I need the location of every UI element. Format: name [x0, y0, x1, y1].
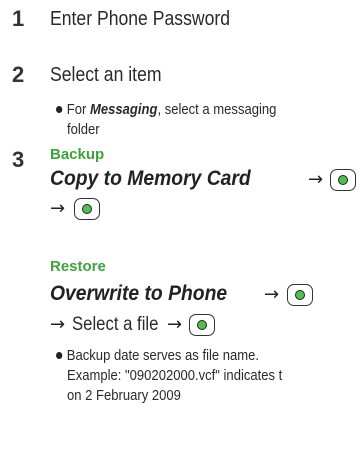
step-1-text: Enter Phone Password — [50, 8, 231, 30]
step-2-bullet: For Messaging, select a messaging — [56, 100, 276, 120]
note-bullet: Backup date serves as file name. — [56, 346, 259, 366]
step-1-number: 1 — [12, 6, 25, 31]
arrow-icon: → — [50, 198, 66, 219]
restore-command: Overwrite to Phone — [50, 282, 228, 305]
backup-heading: Backup — [50, 146, 105, 163]
note-line2: Example: "090202000.vcf" indicates t — [67, 368, 283, 384]
center-key-icon — [74, 198, 100, 220]
step-2-number: 2 — [12, 62, 25, 87]
bullet-icon — [56, 106, 63, 113]
arrow-icon: → — [264, 284, 280, 305]
center-key-icon — [330, 169, 356, 191]
step-3-number: 3 — [12, 147, 25, 172]
note-line1: Backup date serves as file name. — [66, 348, 260, 364]
center-key-icon — [287, 284, 313, 306]
note-line3: on 2 February 2009 — [67, 388, 181, 404]
center-key-icon — [189, 314, 215, 336]
bullet-icon — [56, 352, 63, 359]
backup-command: Copy to Memory Card — [50, 167, 251, 190]
arrow-icon: → — [308, 169, 324, 190]
step-2-bullet-line2: folder — [67, 122, 100, 138]
arrow-icon: → — [50, 314, 66, 335]
restore-heading: Restore — [50, 258, 106, 275]
select-file-text: Select a file — [72, 314, 159, 335]
step-2-text: Select an item — [50, 64, 162, 86]
bullet-emphasis: Messaging — [90, 102, 158, 118]
bullet-prefix: For — [66, 102, 91, 118]
bullet-suffix: , select a messaging — [157, 102, 277, 118]
arrow-icon: → — [167, 314, 183, 335]
